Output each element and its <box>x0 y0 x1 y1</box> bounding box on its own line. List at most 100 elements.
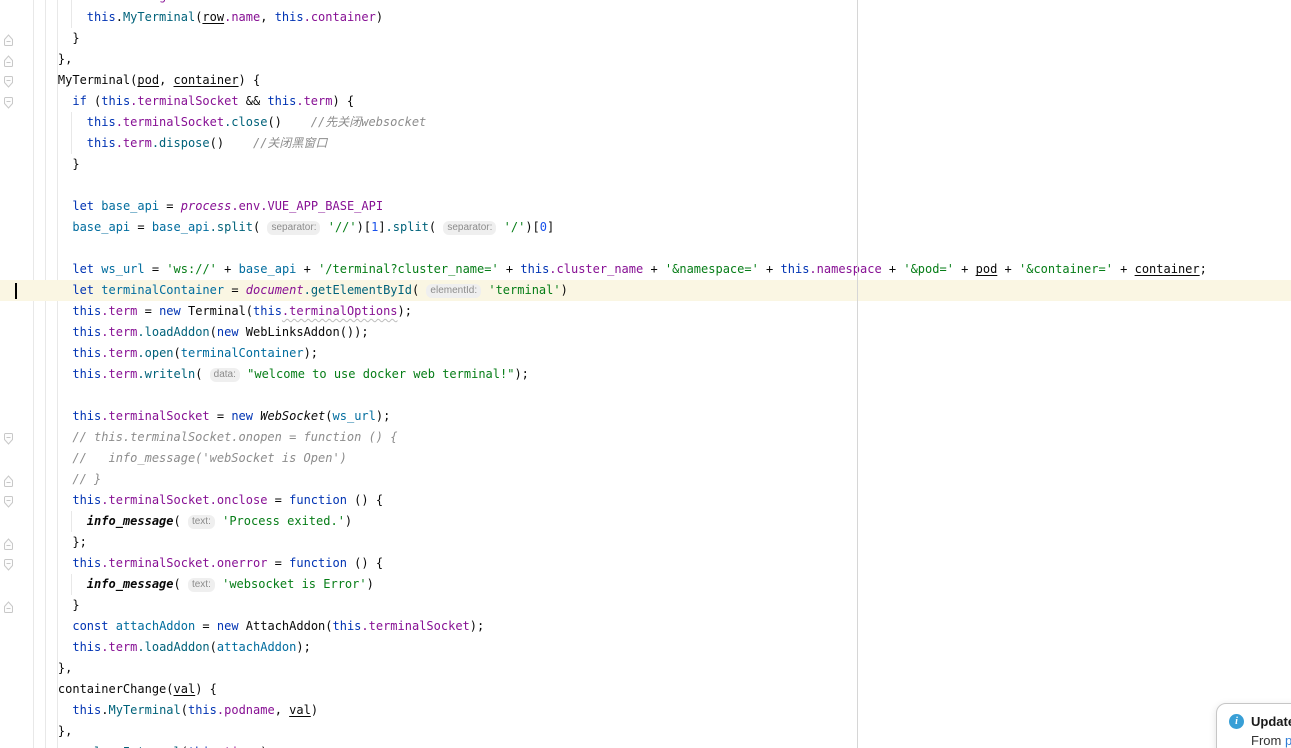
code-token: MyTerminal( <box>29 73 138 87</box>
code-line[interactable]: this.MyTerminal(this.podname, val) <box>0 700 1291 721</box>
code-token: .writeln <box>137 367 196 381</box>
code-line[interactable] <box>0 175 1291 196</box>
code-token: containerChange( <box>29 682 174 696</box>
code-token: 'terminal' <box>488 283 561 297</box>
code-line[interactable]: this.terminalSocket = new WebSocket(ws_u… <box>0 406 1291 427</box>
code-area[interactable]: this.dialogVisible = true this.MyTermina… <box>0 0 1291 748</box>
code-line[interactable]: }, <box>0 49 1291 70</box>
code-token: '&container=' <box>1019 262 1113 276</box>
code-token: = <box>195 619 217 633</box>
code-token: + <box>758 262 781 276</box>
code-token: .container <box>303 10 376 24</box>
code-line[interactable]: this.term.open(terminalContainer); <box>0 343 1291 364</box>
code-line[interactable] <box>0 385 1291 406</box>
code-line[interactable]: clearInterval(this.timer) <box>0 742 1291 748</box>
code-token: .term <box>101 325 138 339</box>
code-line[interactable]: this.term.dispose() //关闭黑窗口 <box>0 133 1291 154</box>
code-token: this <box>332 619 362 633</box>
code-line[interactable]: this.terminalSocket.onclose = function (… <box>0 490 1291 511</box>
fold-region-start-icon[interactable] <box>3 557 14 571</box>
code-token: new <box>159 304 181 318</box>
code-line[interactable]: } <box>0 595 1291 616</box>
code-token: WebSocket <box>260 409 326 423</box>
code-line[interactable]: this.MyTerminal(row.name, this.container… <box>0 7 1291 28</box>
code-editor: this.dialogVisible = true this.MyTermina… <box>0 0 1291 748</box>
code-token: this <box>101 94 131 108</box>
code-token: ); <box>397 304 412 318</box>
code-line[interactable]: info_message( text: 'websocket is Error'… <box>0 574 1291 595</box>
code-line[interactable]: // } <box>0 469 1291 490</box>
fold-region-end-icon[interactable] <box>3 32 14 46</box>
code-line[interactable]: }, <box>0 721 1291 742</box>
code-token: + <box>953 262 976 276</box>
code-token: ws_url <box>332 409 376 423</box>
code-line[interactable]: MyTerminal(pod, container) { <box>0 70 1291 91</box>
code-line[interactable]: if (this.terminalSocket && this.term) { <box>0 91 1291 112</box>
code-line[interactable]: let base_api = process.env.VUE_APP_BASE_… <box>0 196 1291 217</box>
code-line[interactable] <box>0 238 1291 259</box>
code-token: this <box>72 304 102 318</box>
code-token: '//' <box>327 220 357 234</box>
code-token: ( <box>173 577 188 591</box>
code-token: let <box>72 262 95 276</box>
code-line[interactable]: } <box>0 154 1291 175</box>
fold-region-end-icon[interactable] <box>3 53 14 67</box>
code-line[interactable]: containerChange(val) { <box>0 679 1291 700</box>
fold-region-end-icon[interactable] <box>3 536 14 550</box>
notification-popup[interactable]: i Update From pa <box>1216 703 1291 748</box>
code-line[interactable]: const attachAddon = new AttachAddon(this… <box>0 616 1291 637</box>
code-line[interactable]: this.term.loadAddon(new WebLinksAddon())… <box>0 322 1291 343</box>
code-token: ); <box>296 640 311 654</box>
code-token: .split <box>209 220 253 234</box>
code-line[interactable]: let ws_url = 'ws://' + base_api + '/term… <box>0 259 1291 280</box>
code-line[interactable]: // info_message('webSocket is Open') <box>0 448 1291 469</box>
code-token: ( <box>209 640 217 654</box>
code-line[interactable]: this.term.loadAddon(attachAddon); <box>0 637 1291 658</box>
fold-region-end-icon[interactable] <box>3 473 14 487</box>
code-token: '&pod=' <box>903 262 954 276</box>
code-token: ( <box>195 367 210 381</box>
code-line[interactable]: } <box>0 28 1291 49</box>
code-line[interactable]: // this.terminalSocket.onopen = function… <box>0 427 1291 448</box>
notification-title: Update <box>1251 714 1291 729</box>
code-line[interactable]: this.terminalSocket.close() //先关闭websock… <box>0 112 1291 133</box>
code-line[interactable]: }; <box>0 532 1291 553</box>
code-token: .env.VUE_APP_BASE_API <box>231 199 384 213</box>
code-token: new <box>231 409 254 423</box>
code-token: .onerror <box>209 556 268 570</box>
code-token: 'Process exited.' <box>222 514 345 528</box>
code-token: } <box>29 598 80 612</box>
code-line[interactable]: let terminalContainer = document.getElem… <box>0 280 1291 301</box>
code-token: = <box>267 556 290 570</box>
code-token: ( <box>173 514 188 528</box>
code-token: this <box>72 367 102 381</box>
notification-link[interactable]: pa <box>1285 733 1291 748</box>
fold-region-start-icon[interactable] <box>3 431 14 445</box>
code-line[interactable]: this.dialogVisible = true <box>0 0 1291 7</box>
fold-region-end-icon[interactable] <box>3 599 14 613</box>
code-token: .split <box>385 220 429 234</box>
code-token: ( <box>253 220 268 234</box>
code-token: && <box>238 94 268 108</box>
code-token: "welcome to use docker web terminal!" <box>247 367 515 381</box>
code-line[interactable]: this.terminalSocket.onerror = function (… <box>0 553 1291 574</box>
fold-region-start-icon[interactable] <box>3 494 14 508</box>
code-token: this <box>187 703 217 717</box>
code-line[interactable]: base_api = base_api.split( separator: '/… <box>0 217 1291 238</box>
code-line[interactable]: this.term.writeln( data: "welcome to use… <box>0 364 1291 385</box>
fold-region-start-icon[interactable] <box>3 95 14 109</box>
code-token: ( <box>428 220 444 234</box>
code-token: let <box>72 283 95 297</box>
code-line[interactable]: info_message( text: 'Process exited.') <box>0 511 1291 532</box>
fold-region-start-icon[interactable] <box>3 74 14 88</box>
code-line[interactable]: }, <box>0 658 1291 679</box>
code-token: ( <box>411 283 427 297</box>
code-line[interactable]: this.term = new Terminal(this.terminalOp… <box>0 301 1291 322</box>
